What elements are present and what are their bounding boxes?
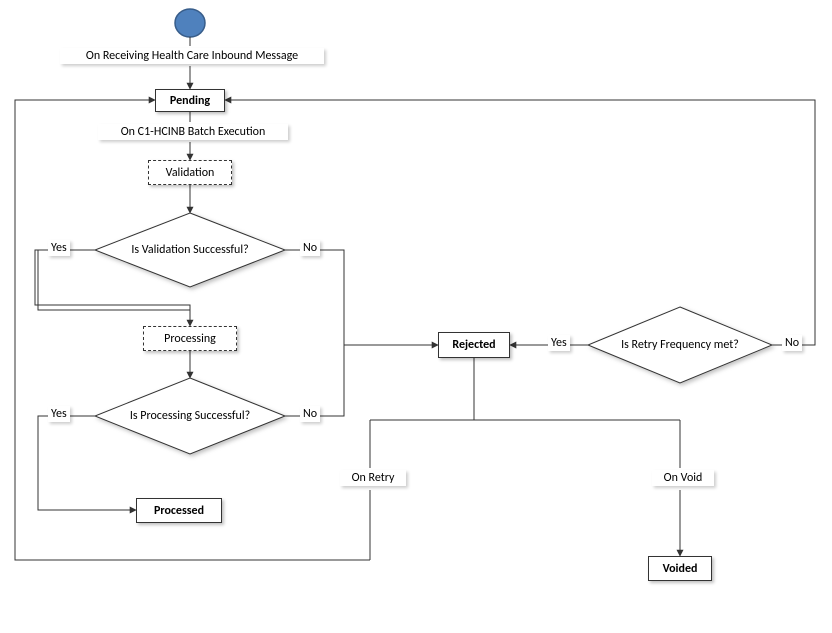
processing-no-label: No	[300, 406, 320, 422]
processing-yes-label: Yes	[48, 406, 70, 422]
state-rejected: Rejected	[438, 332, 510, 358]
batch-event-label: On C1-HCINB Batch Execution	[98, 124, 288, 140]
start-circle-icon	[175, 9, 205, 37]
start-event-label: On Receiving Health Care Inbound Message	[60, 48, 324, 64]
validation-yes-label: Yes	[48, 240, 70, 256]
validation-no-label: No	[300, 240, 320, 256]
retry-yes-label: Yes	[548, 335, 570, 351]
retry-no-label: No	[782, 335, 802, 351]
state-processing: Processing	[143, 326, 237, 351]
decision-validation: Is Validation Successful?	[95, 213, 285, 287]
decision-retry-text: Is Retry Frequency met?	[588, 307, 772, 383]
on-void-label: On Void	[652, 470, 714, 486]
state-validation: Validation	[148, 160, 232, 185]
decision-retry: Is Retry Frequency met?	[588, 307, 772, 383]
state-voided: Voided	[648, 556, 712, 581]
decision-processing-text: Is Processing Successful?	[95, 378, 285, 454]
decision-processing: Is Processing Successful?	[95, 378, 285, 454]
decision-validation-text: Is Validation Successful?	[95, 213, 285, 287]
state-processed: Processed	[136, 498, 222, 523]
on-retry-label: On Retry	[340, 470, 406, 486]
state-pending: Pending	[155, 89, 225, 112]
